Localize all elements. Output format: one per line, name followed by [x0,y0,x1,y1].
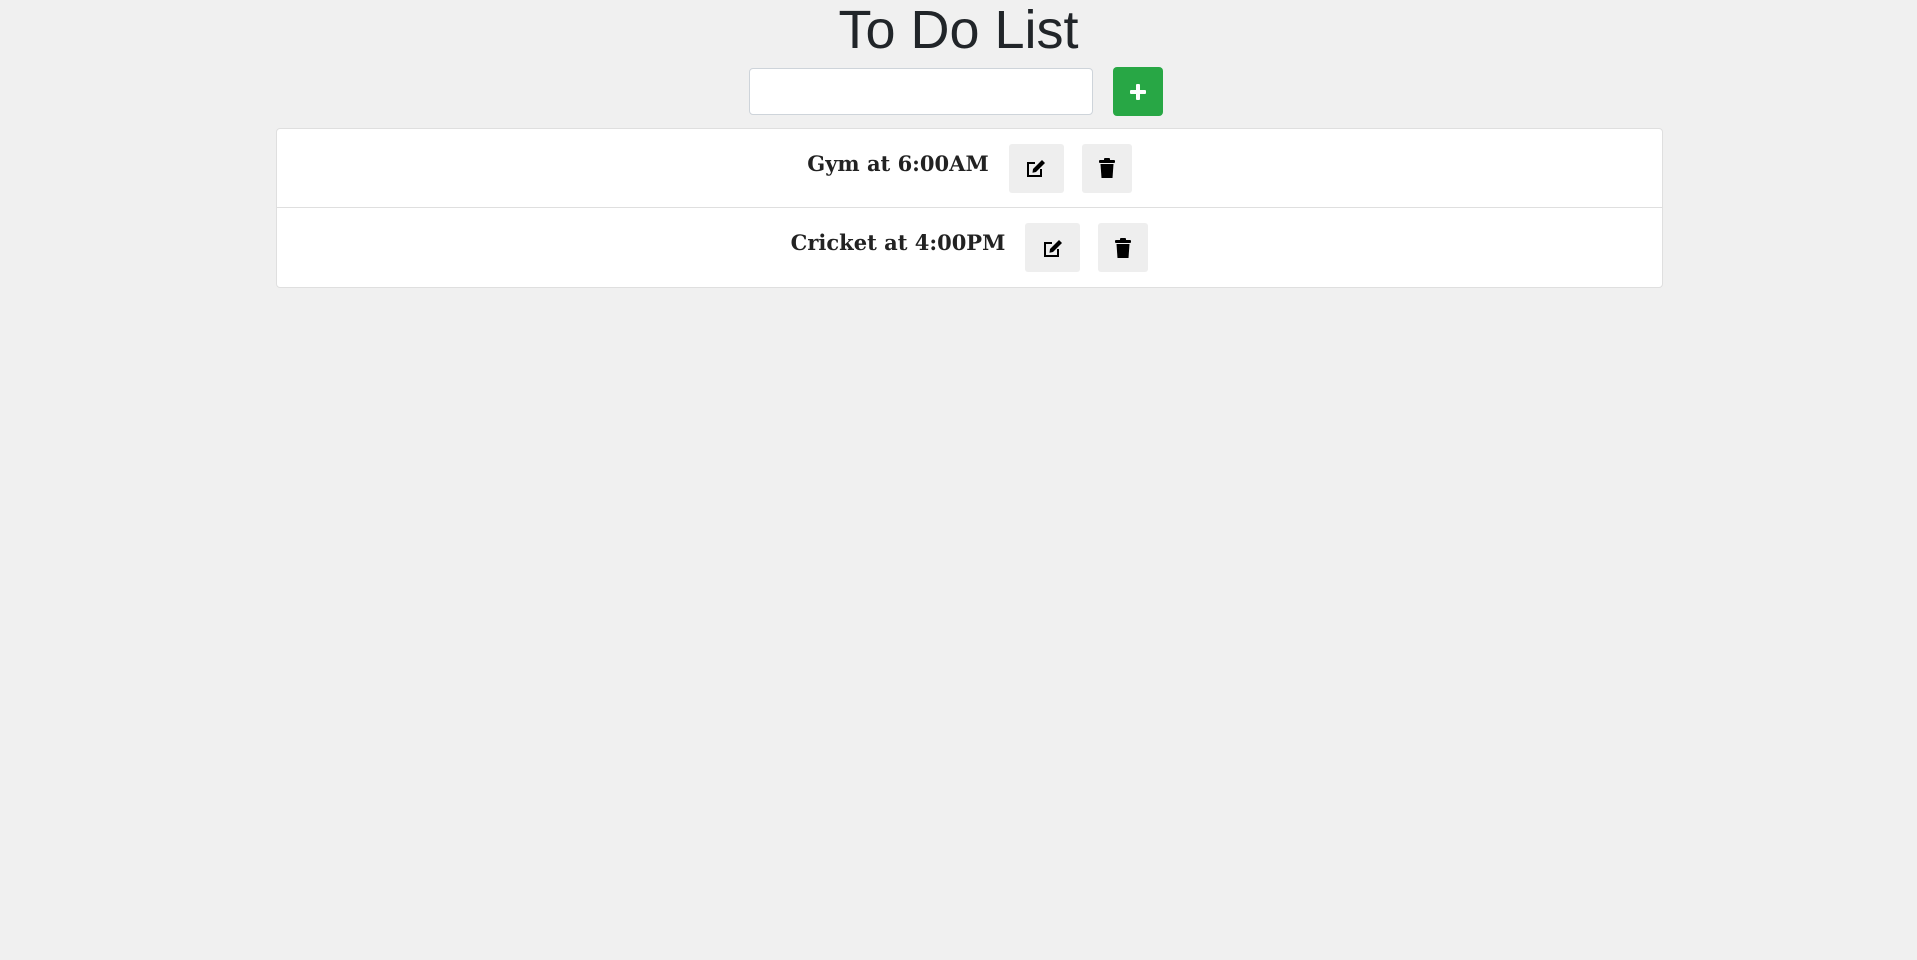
plus-icon [1128,82,1148,102]
task-list: Gym at 6:00AM Cricket at 4:00PM [276,128,1663,288]
edit-icon [1024,157,1048,179]
list-item: Cricket at 4:00PM [277,208,1662,287]
task-label: Cricket at 4:00PM [790,230,1006,255]
edit-task-button[interactable] [1008,143,1064,193]
task-label: Gym at 6:00AM [807,150,989,176]
trash-icon [1098,157,1116,179]
todo-page: To Do List Gym at 6:00AM Cricket at 4:00… [0,0,1917,960]
add-task-form [749,67,1163,116]
task-input[interactable] [749,68,1093,115]
delete-task-button[interactable] [1098,223,1149,272]
delete-task-button[interactable] [1081,143,1132,193]
add-task-button[interactable] [1113,67,1163,116]
page-title: To Do List [838,0,1079,60]
list-item: Gym at 6:00AM [277,129,1662,208]
trash-icon [1114,237,1132,259]
edit-icon [1041,237,1065,259]
edit-task-button[interactable] [1025,223,1081,272]
